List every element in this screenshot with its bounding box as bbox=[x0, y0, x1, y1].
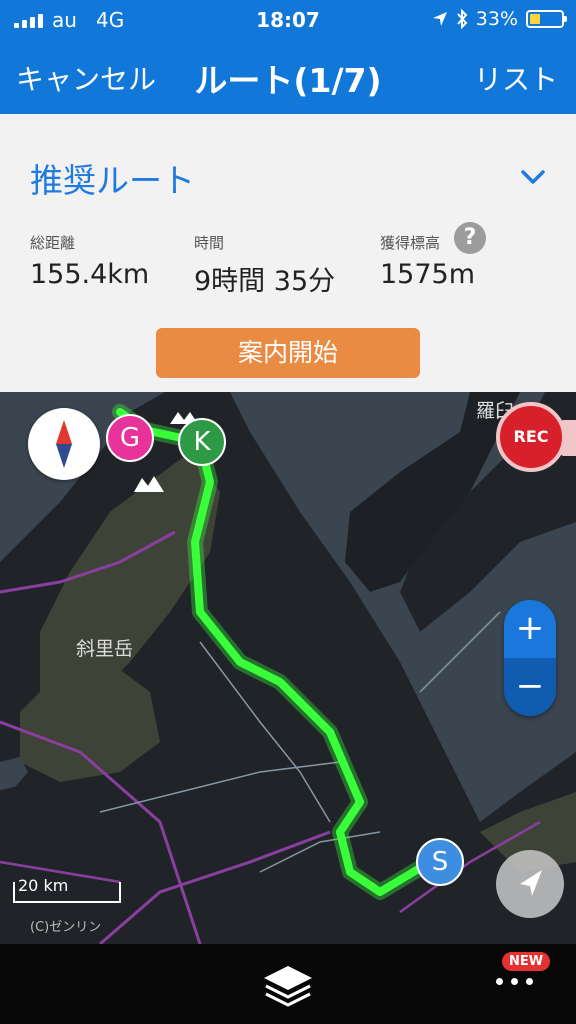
zoom-control: + − bbox=[504, 600, 556, 716]
compass-icon[interactable] bbox=[28, 408, 100, 480]
bluetooth-icon bbox=[457, 9, 468, 29]
help-icon[interactable]: ? bbox=[454, 222, 486, 254]
location-arrow-icon bbox=[432, 12, 447, 26]
rec-button[interactable]: REC bbox=[496, 402, 566, 472]
battery-percent: 33% bbox=[475, 8, 518, 30]
goal-marker[interactable]: G bbox=[106, 414, 154, 462]
stat-value: 155.4km bbox=[30, 259, 150, 290]
stat-time: 時間 9時間 35分 bbox=[194, 232, 335, 298]
battery-icon bbox=[526, 10, 567, 28]
stat-value: 1575m bbox=[380, 259, 476, 290]
bottom-tab-bar: NEW bbox=[0, 944, 576, 1024]
navigation-arrow-icon bbox=[520, 870, 542, 896]
route-summary-panel: 推奨ルート 総距離 155.4km 時間 9時間 35分 獲得標高 1575m … bbox=[0, 114, 576, 392]
scale-label: 20 km bbox=[18, 876, 69, 895]
top-bar: au 4G 18:07 33% キャンセル ルート(1/7) リスト bbox=[0, 0, 576, 114]
waypoint-marker[interactable]: K bbox=[178, 418, 226, 466]
stat-label: 総距離 bbox=[30, 234, 76, 252]
zoom-in-button[interactable]: + bbox=[504, 600, 556, 658]
stat-value: 9時間 35分 bbox=[194, 266, 336, 297]
status-right: 33% bbox=[432, 8, 567, 30]
stat-distance: 総距離 155.4km bbox=[30, 232, 149, 290]
list-button[interactable]: リスト bbox=[474, 58, 558, 98]
place-label-sharidake: 斜里岳 bbox=[76, 638, 134, 660]
marker-label: G bbox=[119, 423, 141, 453]
layers-icon[interactable] bbox=[258, 962, 318, 1010]
new-badge: NEW bbox=[502, 952, 551, 971]
status-bar: au 4G 18:07 33% bbox=[0, 0, 576, 40]
marker-label: K bbox=[193, 427, 211, 457]
route-name[interactable]: 推奨ルート bbox=[30, 154, 195, 202]
more-menu-icon[interactable] bbox=[496, 978, 533, 985]
map-view[interactable]: 斜里岳 羅臼 G K S REC + − 20 km (C)ゼンリン bbox=[0, 392, 576, 944]
map-copyright: (C)ゼンリン bbox=[30, 920, 102, 935]
current-location-button[interactable] bbox=[496, 850, 564, 918]
chevron-down-icon[interactable] bbox=[520, 164, 546, 190]
start-marker[interactable]: S bbox=[416, 838, 464, 886]
start-navigation-button[interactable]: 案内開始 bbox=[156, 328, 420, 378]
zoom-out-button[interactable]: − bbox=[504, 658, 556, 716]
stat-label: 時間 bbox=[194, 234, 225, 252]
marker-label: S bbox=[431, 847, 449, 877]
